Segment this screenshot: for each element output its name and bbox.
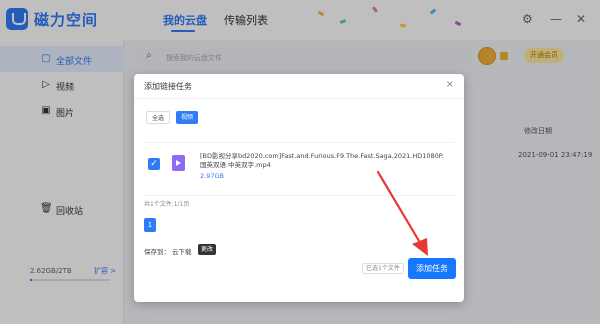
file-list: ✓ [BD影视分享bd2020.com]Fast.and.Furious.F9.…: [144, 142, 454, 196]
dialog-title: 添加链接任务: [144, 82, 192, 91]
app-window: 磁力空间 我的云盘 传输列表 ⚙ — ✕ ▢ 全部文件 ▷ 视频 ▣ 图片 🗑 …: [0, 0, 600, 324]
selected-count: 已选1个文件: [362, 263, 404, 274]
add-task-button[interactable]: 添加任务: [408, 258, 456, 279]
save-to-label: 保存到：: [144, 248, 170, 256]
filter-select-all[interactable]: 全选: [146, 111, 171, 124]
change-location-button[interactable]: 更改: [198, 244, 217, 255]
file-name: [BD影视分享bd2020.com]Fast.and.Furious.F9.Th…: [200, 152, 444, 169]
file-count: 共1个文件,1/1页: [144, 201, 190, 208]
video-file-icon: [172, 155, 185, 171]
page-button-1[interactable]: 1: [144, 218, 156, 232]
close-icon[interactable]: ×: [446, 79, 454, 90]
filter-video[interactable]: 视频: [176, 111, 199, 124]
file-checkbox[interactable]: ✓: [148, 158, 160, 170]
dialog-divider: [134, 98, 464, 99]
save-location: 云下载: [172, 248, 192, 256]
add-link-task-dialog: 添加链接任务 × 全选 视频 ✓ [BD影视分享bd2020.com]Fast.…: [134, 74, 464, 302]
file-size: 2.97GB: [200, 172, 224, 180]
